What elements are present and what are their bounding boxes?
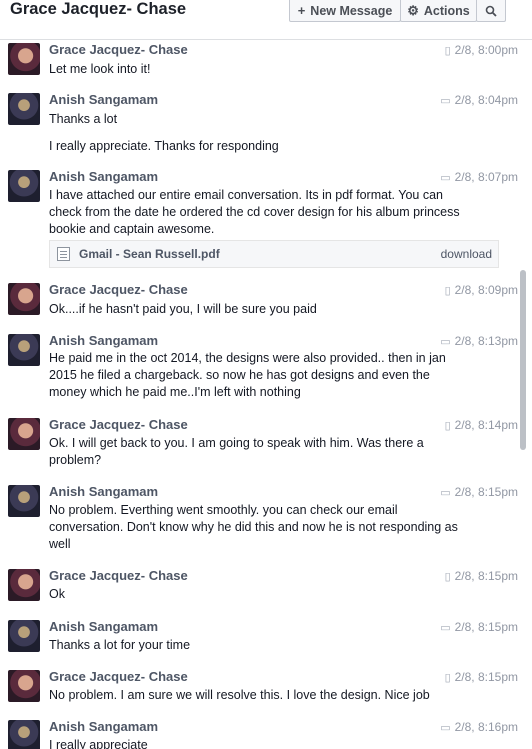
message-text: I have attached our entire email convers… bbox=[49, 188, 460, 236]
mobile-icon: ▯ bbox=[444, 672, 451, 684]
plus-icon: + bbox=[297, 3, 306, 18]
actions-label: Actions bbox=[423, 3, 470, 18]
message-item: Anish Sangamam ▭ 2/8, 8:04pm Thanks a lot… bbox=[0, 90, 518, 164]
attachment-name[interactable]: Gmail - Sean Russell.pdf bbox=[79, 247, 220, 261]
sender-name[interactable]: Grace Jacquez- Chase bbox=[49, 568, 188, 583]
message-item: Grace Jacquez- Chase ▯ 2/8, 8:09pm Ok....… bbox=[0, 280, 518, 330]
message-text: Thanks a lot for your time bbox=[49, 638, 191, 652]
avatar[interactable] bbox=[8, 418, 40, 450]
conversation-title: Grace Jacquez- Chase bbox=[10, 0, 187, 18]
message-item: Anish Sangamam ▭ 2/8, 8:07pm I have attac… bbox=[0, 167, 518, 275]
avatar[interactable] bbox=[8, 485, 40, 517]
gear-icon: ⚙ bbox=[407, 2, 419, 18]
timestamp: ▯ 2/8, 8:00pm bbox=[444, 43, 518, 57]
document-icon bbox=[57, 247, 70, 261]
message-text: Thanks a lot bbox=[49, 112, 118, 126]
message-item: Anish Sangamam ▭ 2/8, 8:16pm I really app… bbox=[0, 717, 518, 749]
message-item: Grace Jacquez- Chase ▯ 2/8, 8:14pm Ok. I … bbox=[0, 415, 518, 481]
search-icon bbox=[485, 5, 497, 17]
sender-name[interactable]: Grace Jacquez- Chase bbox=[49, 417, 188, 432]
timestamp: ▯ 2/8, 8:15pm bbox=[444, 670, 518, 684]
message-item: Grace Jacquez- Chase ▯ 2/8, 8:00pm Let me… bbox=[0, 40, 518, 90]
timestamp: ▭ 2/8, 8:15pm bbox=[440, 620, 518, 634]
avatar[interactable] bbox=[8, 620, 40, 652]
sender-name[interactable]: Anish Sangamam bbox=[49, 484, 158, 499]
message-text: He paid me in the oct 2014, the designs … bbox=[49, 351, 446, 399]
mobile-icon: ▯ bbox=[444, 571, 451, 583]
chat-bubble-icon: ▭ bbox=[440, 487, 451, 499]
chat-bubble-icon: ▭ bbox=[440, 722, 451, 734]
timestamp: ▭ 2/8, 8:13pm bbox=[440, 334, 518, 348]
chat-bubble-icon: ▭ bbox=[440, 336, 451, 348]
attachment[interactable]: Gmail - Sean Russell.pdf download bbox=[49, 240, 499, 268]
avatar[interactable] bbox=[8, 43, 40, 75]
search-button[interactable] bbox=[476, 0, 506, 22]
avatar[interactable] bbox=[8, 670, 40, 702]
timestamp: ▯ 2/8, 8:09pm bbox=[444, 283, 518, 297]
mobile-icon: ▯ bbox=[444, 45, 451, 57]
message-item: Grace Jacquez- Chase ▯ 2/8, 8:15pm No pro… bbox=[0, 667, 518, 717]
timestamp: ▭ 2/8, 8:07pm bbox=[440, 170, 518, 184]
message-text: No problem. I am sure we will resolve th… bbox=[49, 688, 430, 702]
timestamp: ▭ 2/8, 8:16pm bbox=[440, 720, 518, 734]
message-item: Anish Sangamam ▭ 2/8, 8:15pm No problem. … bbox=[0, 482, 518, 566]
sender-name[interactable]: Grace Jacquez- Chase bbox=[49, 282, 188, 297]
avatar[interactable] bbox=[8, 720, 40, 749]
mobile-icon: ▯ bbox=[444, 285, 451, 297]
message-text: I really appreciate. Thanks for respondi… bbox=[49, 139, 279, 153]
avatar[interactable] bbox=[8, 93, 40, 125]
timestamp: ▯ 2/8, 8:15pm bbox=[444, 569, 518, 583]
message-text: I really appreciate bbox=[49, 738, 148, 749]
message-text: Ok bbox=[49, 587, 65, 601]
chat-bubble-icon: ▭ bbox=[440, 172, 451, 184]
message-text: Let me look into it! bbox=[49, 62, 151, 76]
avatar[interactable] bbox=[8, 283, 40, 315]
sender-name[interactable]: Anish Sangamam bbox=[49, 169, 158, 184]
avatar[interactable] bbox=[8, 569, 40, 601]
scrollbar-thumb[interactable] bbox=[520, 270, 526, 450]
message-text: No problem. Everthing went smoothly. you… bbox=[49, 503, 458, 551]
message-item: Anish Sangamam ▭ 2/8, 8:15pm Thanks a lot… bbox=[0, 617, 518, 667]
message-text: Ok. I will get back to you. I am going t… bbox=[49, 436, 424, 467]
message-text: Ok....if he hasn't paid you, I will be s… bbox=[49, 302, 317, 316]
download-link[interactable]: download bbox=[441, 247, 492, 261]
timestamp: ▭ 2/8, 8:04pm bbox=[440, 93, 518, 107]
conversation-header: Grace Jacquez- Chase + New Message ⚙ Act… bbox=[0, 0, 532, 40]
avatar[interactable] bbox=[8, 170, 40, 202]
sender-name[interactable]: Anish Sangamam bbox=[49, 92, 158, 107]
avatar[interactable] bbox=[8, 334, 40, 366]
sender-name[interactable]: Anish Sangamam bbox=[49, 333, 158, 348]
timestamp: ▯ 2/8, 8:14pm bbox=[444, 418, 518, 432]
sender-name[interactable]: Grace Jacquez- Chase bbox=[49, 669, 188, 684]
sender-name[interactable]: Grace Jacquez- Chase bbox=[49, 42, 188, 57]
mobile-icon: ▯ bbox=[444, 420, 451, 432]
timestamp: ▭ 2/8, 8:15pm bbox=[440, 485, 518, 499]
chat-bubble-icon: ▭ bbox=[440, 95, 451, 107]
message-item: Anish Sangamam ▭ 2/8, 8:13pm He paid me i… bbox=[0, 331, 518, 415]
message-list[interactable]: Grace Jacquez- Chase ▯ 2/8, 8:00pm Let me… bbox=[0, 40, 518, 749]
sender-name[interactable]: Anish Sangamam bbox=[49, 619, 158, 634]
scrollbar[interactable] bbox=[518, 40, 532, 749]
actions-button[interactable]: ⚙ Actions bbox=[400, 0, 477, 22]
chat-bubble-icon: ▭ bbox=[440, 622, 451, 634]
new-message-label: New Message bbox=[310, 3, 393, 18]
message-item: Grace Jacquez- Chase ▯ 2/8, 8:15pm Ok bbox=[0, 566, 518, 616]
sender-name[interactable]: Anish Sangamam bbox=[49, 719, 158, 734]
new-message-button[interactable]: + New Message bbox=[289, 0, 401, 22]
